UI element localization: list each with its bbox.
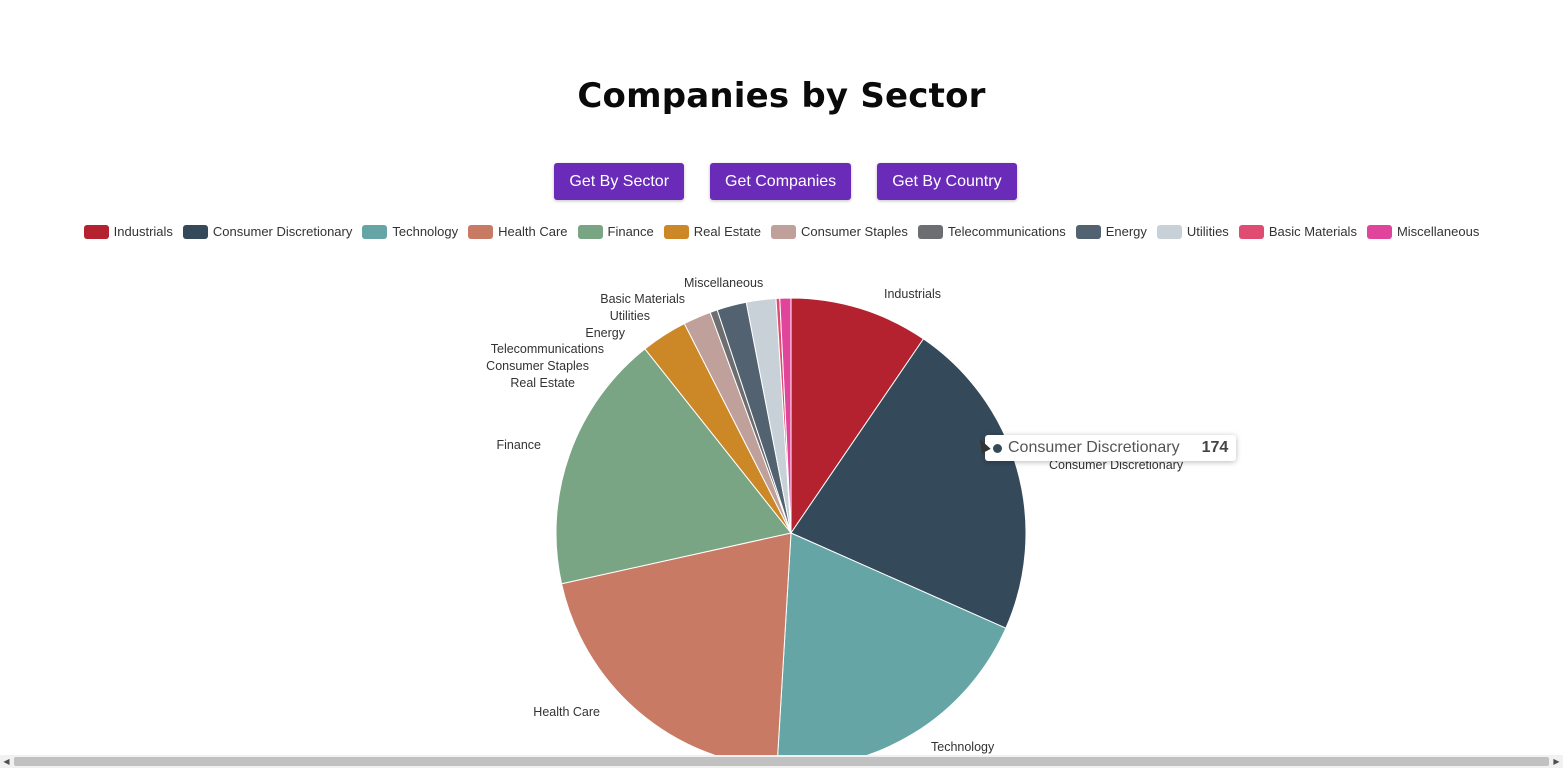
tooltip-color-dot [993, 443, 1002, 453]
slice-label: Energy [585, 326, 625, 340]
scrollbar-thumb[interactable] [14, 757, 1549, 766]
slice-label: Basic Materials [600, 292, 685, 306]
chart-tooltip: Consumer Discretionary 174 [985, 435, 1237, 461]
horizontal-scrollbar[interactable]: ◀ ▶ [0, 755, 1563, 768]
slice-label: Miscellaneous [684, 276, 763, 290]
slice-label: Finance [497, 438, 542, 452]
tooltip-label: Consumer Discretionary [1008, 439, 1180, 456]
slice-label: Consumer Staples [486, 359, 589, 373]
slice-label: Utilities [610, 309, 650, 323]
slice-label: Industrials [884, 287, 941, 301]
slice-label: Real Estate [510, 376, 575, 390]
tooltip-value: 174 [1201, 439, 1229, 456]
slice-label: Telecommunications [491, 342, 604, 356]
slice-label: Technology [931, 740, 995, 754]
scroll-left-arrow-icon[interactable]: ◀ [0, 755, 13, 768]
pie-chart: Industrials Consumer Discretionary Technol… [486, 276, 1184, 768]
slice-label: Health Care [533, 705, 600, 719]
scroll-right-arrow-icon[interactable]: ▶ [1550, 755, 1563, 768]
chart-page: Companies by Sector Get By Sector Get Co… [0, 0, 1563, 768]
